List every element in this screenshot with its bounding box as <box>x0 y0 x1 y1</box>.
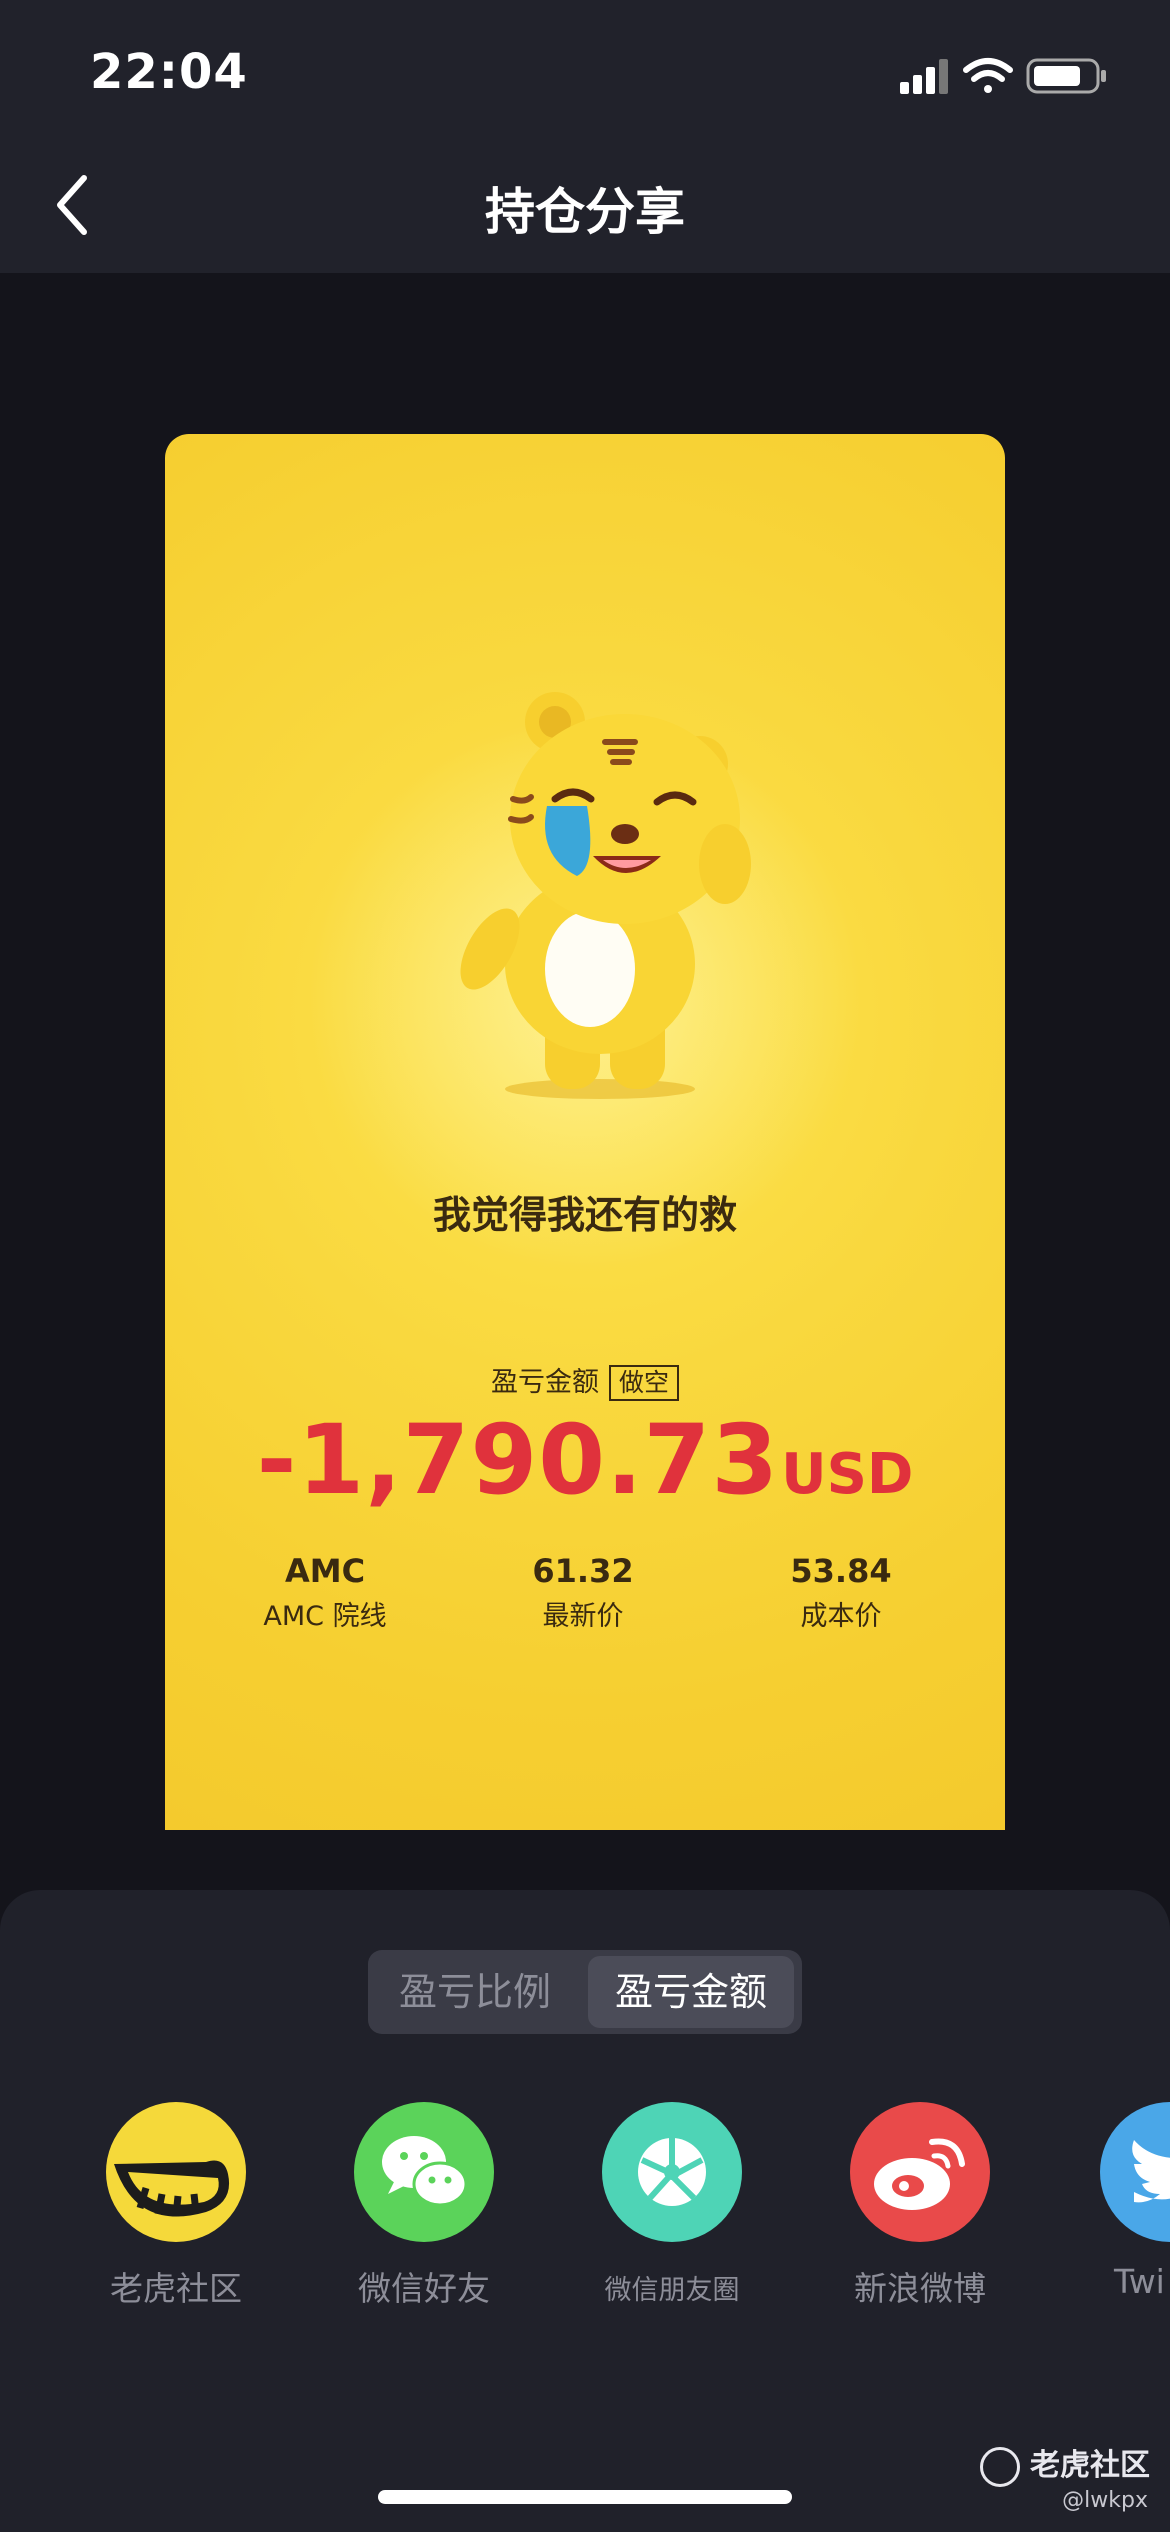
stat-value: AMC <box>284 1552 366 1590</box>
share-wechat-friends[interactable]: 微信好友 <box>324 2102 524 2310</box>
stat-value: 53.84 <box>790 1552 892 1590</box>
share-label: Twi <box>1114 2262 1165 2301</box>
mood-quote: 我觉得我还有的救 <box>432 1193 737 1237</box>
page-title: 持仓分享 <box>485 183 685 241</box>
segment-pl-ratio[interactable]: 盈亏比例 <box>368 1950 582 2034</box>
pl-label-row: 盈亏金额 做空 <box>165 1360 1005 1401</box>
share-label: 新浪微博 <box>854 2269 986 2308</box>
share-card: 我觉得我还有的救 盈亏金额 做空 -1,790.73USD AMC AMC 院线 … <box>165 434 1005 1830</box>
share-label: 微信朋友圈 <box>604 2275 740 2306</box>
stat-label: 最新价 <box>542 1601 624 1632</box>
stat-symbol: AMC AMC 院线 <box>195 1552 455 1633</box>
watermark-handle: @lwkpx <box>1062 2488 1148 2513</box>
battery-icon <box>1026 58 1106 94</box>
wechat-icon <box>354 2102 494 2242</box>
status-time: 22:04 <box>90 44 248 100</box>
stat-cost-price: 53.84 成本价 <box>711 1552 971 1633</box>
share-label: 微信好友 <box>358 2269 490 2308</box>
weibo-icon <box>850 2102 990 2242</box>
segment-pl-amount[interactable]: 盈亏金额 <box>588 1956 794 2028</box>
tiger-icon <box>106 2102 246 2242</box>
stat-latest-price: 61.32 最新价 <box>453 1552 713 1633</box>
share-sheet: 盈亏比例 盈亏金额 老虎社区 微信好友 微信朋友圈 新浪微博 Twi <box>0 1890 1170 2532</box>
stat-label: 成本价 <box>800 1601 882 1632</box>
moments-icon <box>602 2102 742 2242</box>
share-sina-weibo[interactable]: 新浪微博 <box>820 2102 1020 2310</box>
share-label: 老虎社区 <box>110 2269 242 2308</box>
pl-label: 盈亏金额 <box>490 1367 599 1398</box>
share-tiger-community[interactable]: 老虎社区 <box>76 2102 276 2310</box>
pl-mode-segmented-control: 盈亏比例 盈亏金额 <box>368 1950 802 2034</box>
stat-label: AMC 院线 <box>263 1601 387 1632</box>
stat-value: 61.32 <box>532 1552 634 1590</box>
watermark: 老虎社区 <box>980 2440 1150 2487</box>
pl-currency: USD <box>781 1442 914 1507</box>
home-indicator <box>378 2490 792 2504</box>
crying-tiger-mascot-illustration <box>460 692 751 1099</box>
signal-icon <box>900 59 948 94</box>
pl-amount: -1,790.73 <box>256 1404 780 1516</box>
top-bar: 22:04 持仓分享 <box>0 0 1170 273</box>
position-type-tag: 做空 <box>608 1365 679 1401</box>
status-icons <box>900 58 1106 94</box>
watermark-text: 老虎社区 <box>1030 2448 1150 2483</box>
tiger-community-logo-icon <box>980 2446 1020 2487</box>
twitter-icon <box>1100 2102 1170 2242</box>
share-wechat-moments[interactable]: 微信朋友圈 <box>572 2102 772 2307</box>
wifi-icon <box>963 58 1013 93</box>
share-twitter[interactable]: Twi <box>1068 2102 1170 2301</box>
pl-amount-row: -1,790.73USD <box>165 1404 1005 1516</box>
